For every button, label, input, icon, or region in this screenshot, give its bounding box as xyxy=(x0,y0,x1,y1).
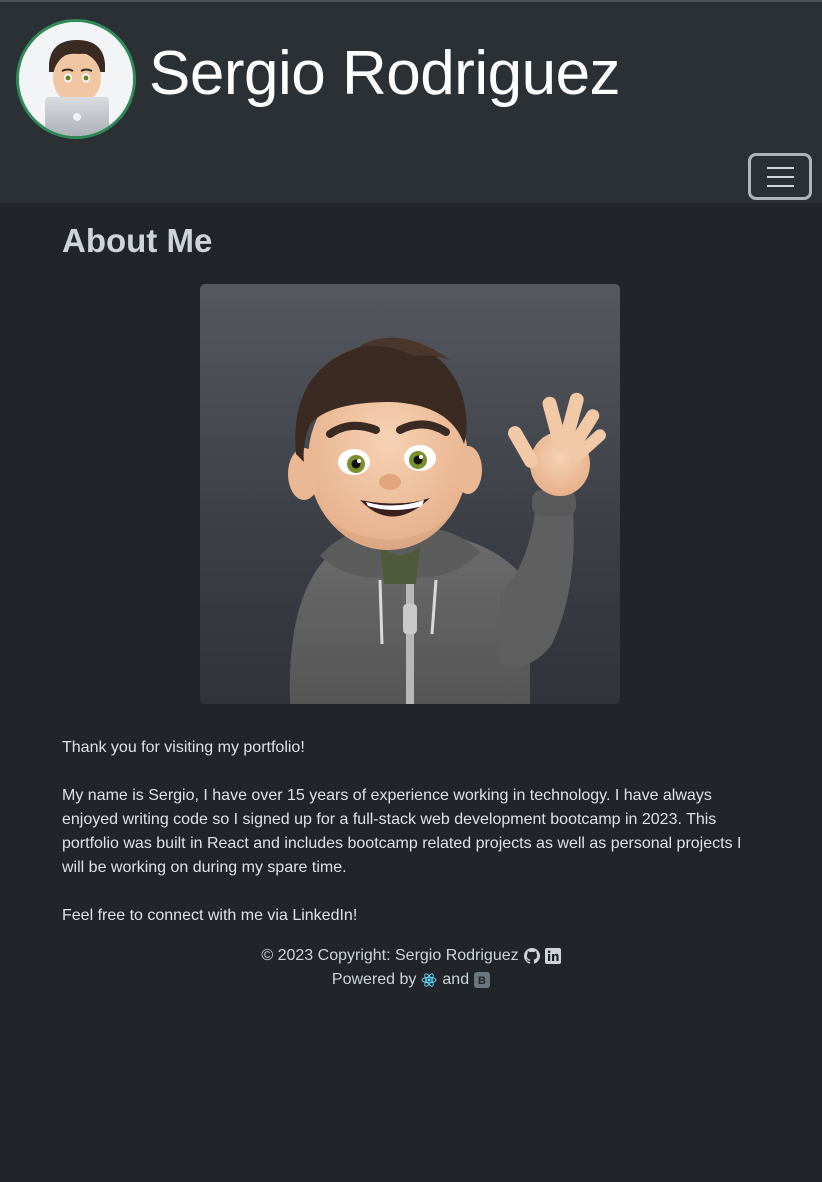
memoji-waving-icon xyxy=(288,337,606,704)
powered-by-text: Powered by xyxy=(331,971,417,988)
bootstrap-icon[interactable]: B xyxy=(474,972,491,988)
powered-by-line: Powered by and B xyxy=(0,968,822,992)
react-icon[interactable] xyxy=(421,972,437,988)
intro-paragraph: Thank you for visiting my portfolio! xyxy=(62,739,305,756)
memoji-avatar-icon xyxy=(19,22,133,136)
svg-text:B: B xyxy=(478,975,486,987)
copyright-line: © 2023 Copyright: Sergio Rodriguez xyxy=(0,944,822,968)
about-text: Thank you for visiting my portfolio! My … xyxy=(62,736,762,952)
copyright-text: © 2023 Copyright: Sergio Rodriguez xyxy=(261,947,519,964)
linkedin-link[interactable] xyxy=(544,944,561,968)
connect-paragraph: Feel free to connect with me via LinkedI… xyxy=(62,907,358,924)
github-link[interactable] xyxy=(523,944,540,968)
bio-paragraph: My name is Sergio, I have over 15 years … xyxy=(62,787,742,876)
navbar: Sergio Rodriguez xyxy=(0,0,822,203)
footer: © 2023 Copyright: Sergio Rodriguez Power… xyxy=(0,944,822,992)
hamburger-menu-icon xyxy=(766,166,794,169)
linkedin-icon xyxy=(544,947,561,964)
avatar[interactable] xyxy=(16,19,136,139)
page-title: About Me xyxy=(62,222,213,259)
site-title[interactable]: Sergio Rodriguez xyxy=(149,36,621,112)
and-text: and xyxy=(442,971,470,988)
profile-image xyxy=(200,284,620,704)
menu-toggle-button[interactable] xyxy=(748,153,812,200)
github-icon xyxy=(523,947,540,964)
